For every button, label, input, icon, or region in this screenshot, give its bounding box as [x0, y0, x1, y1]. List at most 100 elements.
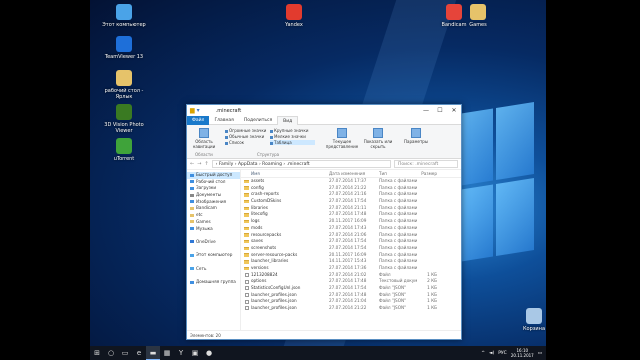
clock[interactable]: 16:10 20.11.2017 — [511, 348, 534, 358]
taskbar-yandex-icon[interactable]: Y — [174, 346, 188, 360]
file-row[interactable]: mods 27.07.2014 17:43 Папка с файлами — [241, 225, 461, 232]
yandex-icon — [286, 4, 302, 20]
address-path[interactable]: › Family › AppData › Roaming › .minecraf… — [211, 160, 391, 168]
layout-large[interactable]: Крупные значки — [270, 128, 315, 133]
file-name: mods — [241, 225, 329, 232]
column-name[interactable]: Имя — [241, 170, 329, 177]
desktop-icon-label: рабочий стол - Ярлык — [104, 88, 144, 100]
taskbar-bandicam-icon[interactable]: ● — [202, 346, 216, 360]
file-row[interactable]: logs 20.11.2017 16:09 Папка с файлами — [241, 218, 461, 225]
nav-item[interactable]: OneDrive — [187, 239, 240, 246]
title-bar[interactable]: ▆ ▾ .minecraft — ☐ ✕ — [187, 105, 461, 116]
tab-home[interactable]: Главная — [209, 116, 238, 125]
taskbar-search-icon[interactable]: ○ — [104, 346, 118, 360]
folder-icon: ▆ — [190, 107, 195, 114]
search-input[interactable]: Поиск: .minecraft — [394, 160, 458, 168]
desktop-icon-label: Этот компьютер — [102, 22, 146, 28]
desktop-icon-utorrent[interactable]: uTorrent — [100, 138, 148, 162]
nav-item-label: Этот компьютер — [196, 252, 233, 258]
file-row[interactable]: options 27.07.2014 17:48 Текстовый докум..… — [241, 278, 461, 285]
column-size[interactable]: Размер — [417, 170, 437, 177]
minimize-button[interactable]: — — [419, 107, 433, 114]
desktop-icon-label: Yandex — [285, 22, 303, 28]
volume-icon[interactable]: ◄) — [489, 351, 494, 356]
explorer-window[interactable]: ▆ ▾ .minecraft — ☐ ✕ Файл Главная Подели… — [186, 104, 462, 340]
nav-item[interactable]: Быстрый доступ — [187, 172, 240, 179]
taskbar-explorer-icon[interactable]: ▬ — [146, 346, 160, 360]
layout-extra-large[interactable]: Огромные значки — [225, 128, 270, 133]
notifications-icon[interactable]: ▭ — [538, 351, 542, 356]
desktop-icon-3d-vision[interactable]: 3D Vision Photo Viewer — [100, 104, 148, 134]
forward-arrow-icon[interactable]: → — [197, 161, 201, 167]
file-row[interactable]: libraries 27.07.2014 21:11 Папка с файлами — [241, 205, 461, 212]
column-type[interactable]: Тип — [379, 170, 417, 177]
file-row[interactable]: litecofig 27.07.2014 17:48 Папка с файлами — [241, 211, 461, 218]
taskbar-store-icon[interactable]: ▦ — [160, 346, 174, 360]
file-row[interactable]: config 27.07.2014 21:22 Папка с файлами — [241, 185, 461, 192]
language-indicator[interactable]: РУС — [498, 351, 507, 356]
file-row[interactable]: crash-reports 27.07.2014 21:16 Папка с фай… — [241, 191, 461, 198]
sort-by-button[interactable]: Текущее представление — [325, 128, 359, 149]
file-row[interactable]: launcher_libraries 14.11.2017 15:43 Папка … — [241, 258, 461, 265]
file-row[interactable]: screenshots 27.07.2014 17:54 Папка с файла… — [241, 245, 461, 252]
nav-item-label: Домашняя группа — [196, 279, 236, 284]
nav-item[interactable]: Рабочий стол — [187, 179, 240, 186]
back-arrow-icon[interactable]: ← — [190, 161, 194, 167]
file-row[interactable]: StatisticsConfigUnl.json 27.07.2014 17:54… — [241, 285, 461, 292]
desktop-icon-computer[interactable]: Этот компьютер — [100, 4, 148, 28]
nav-item[interactable]: Сеть — [187, 266, 240, 273]
file-row[interactable]: launcher_profiles.json 27.07.2014 21:22 Фа… — [241, 305, 461, 312]
file-row[interactable]: launcher_profiles.json 27.07.2014 21:04 Фа… — [241, 298, 461, 305]
close-button[interactable]: ✕ — [447, 107, 461, 114]
file-row[interactable]: assets 27.07.2014 17:37 Папка с файлами — [241, 178, 461, 185]
file-row[interactable]: CustomDSkins 27.07.2014 17:54 Папка с файл… — [241, 198, 461, 205]
file-row[interactable]: resourcepacks 27.07.2014 21:06 Папка с фай… — [241, 232, 461, 239]
chevron-up-icon[interactable]: ^ — [481, 351, 485, 356]
navigation-pane-button[interactable]: Область навигации — [189, 128, 219, 149]
file-row[interactable]: 1213208824 27.07.2014 21:02 Файл 1 КБ — [241, 272, 461, 279]
sort-icon — [337, 128, 347, 138]
desktop-icon-shortcut[interactable]: рабочий стол - Ярлык — [100, 70, 148, 100]
file-type: Файл "JSON" — [379, 291, 407, 297]
nav-item[interactable]: Изображения — [187, 199, 240, 206]
documents-icon — [190, 193, 194, 197]
nav-item[interactable]: Этот компьютер — [187, 252, 240, 259]
nav-item[interactable]: Загрузки — [187, 185, 240, 192]
nav-item-label: OneDrive — [196, 238, 216, 244]
maximize-button[interactable]: ☐ — [433, 107, 447, 114]
layout-list[interactable]: Список — [225, 140, 270, 145]
taskbar-edge-icon[interactable]: e — [132, 346, 146, 360]
quick-access-icon[interactable]: ▾ — [197, 107, 200, 114]
tab-view[interactable]: Вид — [277, 115, 299, 125]
nav-item[interactable]: Домашняя группа — [187, 279, 240, 286]
tab-share[interactable]: Поделиться — [239, 116, 277, 125]
file-type: Файл "JSON" — [379, 305, 407, 311]
nav-item[interactable]: Games — [187, 219, 240, 226]
nav-item[interactable]: Музыка — [187, 226, 240, 233]
file-row[interactable]: launcher_profiles.json 27.07.2014 17:48 Фа… — [241, 292, 461, 299]
file-row[interactable]: saves 27.07.2014 17:54 Папка с файлами — [241, 238, 461, 245]
layout-details[interactable]: Таблица — [270, 140, 315, 145]
nav-item[interactable]: Bandicam — [187, 205, 240, 212]
desktop-icon-yandex[interactable]: Yandex — [270, 4, 318, 28]
desktop-icon-recycle-bin[interactable]: Корзина — [510, 308, 546, 332]
nav-item[interactable]: etc — [187, 212, 240, 219]
file-date: 27.07.2014 21:16 — [329, 191, 367, 197]
show-hide-button[interactable]: Показать или скрыть — [363, 128, 393, 149]
recycle-bin-icon — [526, 308, 542, 324]
file-row[interactable]: versions 27.07.2014 17:36 Папка с файлами — [241, 265, 461, 272]
layout-medium[interactable]: Обычные значки — [225, 134, 270, 139]
up-arrow-icon[interactable]: ↑ — [204, 161, 208, 167]
file-row[interactable]: server-resource-packs 20.11.2017 16:09 Пап… — [241, 252, 461, 259]
taskbar-start-icon[interactable]: ⊞ — [90, 346, 104, 360]
taskbar-app-icon[interactable]: ▣ — [188, 346, 202, 360]
tab-file[interactable]: Файл — [187, 115, 210, 125]
desktop-icon-folder[interactable]: Games — [454, 4, 502, 28]
desktop-icon-teamviewer[interactable]: TeamViewer 13 — [100, 36, 148, 60]
layout-small[interactable]: Мелкие значки — [270, 134, 315, 139]
group-layout-label: Структура — [257, 152, 280, 157]
nav-item[interactable]: Документы — [187, 192, 240, 199]
column-date[interactable]: Дата изменения — [329, 170, 379, 177]
options-button[interactable]: Параметры — [401, 128, 431, 144]
taskbar-task-view-icon[interactable]: ▭ — [118, 346, 132, 360]
